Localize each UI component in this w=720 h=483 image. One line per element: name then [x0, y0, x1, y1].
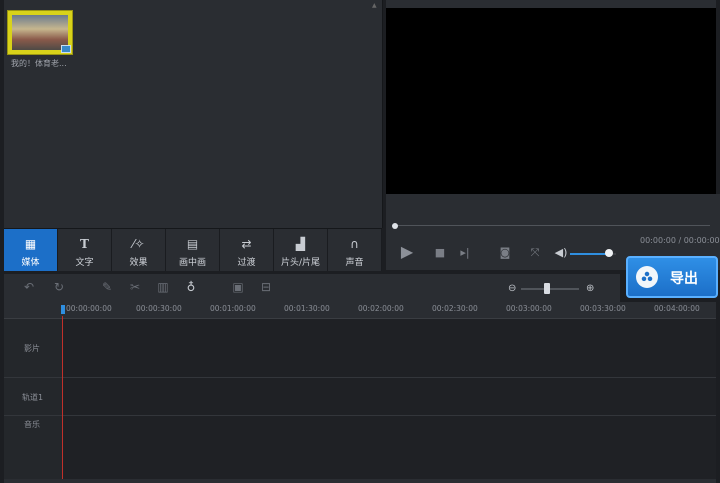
undo-icon[interactable]: ↶ [22, 280, 36, 294]
play-icon[interactable]: ▶ [399, 244, 415, 260]
settings-icon[interactable]: ⊟ [259, 280, 273, 294]
track-divider [4, 415, 716, 416]
ruler-tick: 00:02:30:00 [432, 304, 478, 313]
ruler-tick: 00:01:30:00 [284, 304, 330, 313]
tab-label: 效果 [129, 258, 148, 268]
pip-icon: ▤ [186, 237, 199, 251]
zoom-in-icon[interactable]: ⊕ [586, 283, 594, 294]
bottom-scrollbar[interactable] [4, 479, 716, 483]
track-label-video: 影片 [24, 344, 40, 353]
edit-icon[interactable]: ✎ [100, 280, 114, 294]
scissors-icon[interactable]: ✂ [128, 280, 142, 294]
crop-icon[interactable]: ▣ [231, 280, 245, 294]
track-area[interactable] [63, 319, 716, 479]
tab-label: 过渡 [237, 258, 256, 268]
preview-top-bar [386, 0, 716, 8]
next-frame-icon[interactable]: ▸| [458, 247, 472, 259]
tab-transition[interactable]: ⇄ 过渡 [220, 229, 274, 271]
thumbnail-image [12, 15, 68, 50]
track-label-music: 音乐 [24, 420, 40, 429]
tab-intro-outro[interactable]: ▟ 片头/片尾 [274, 229, 328, 271]
export-button[interactable]: 导出 [626, 256, 718, 298]
speaker-icon[interactable]: ◀) [554, 247, 568, 259]
ruler-tick: 00:01:00:00 [210, 304, 256, 313]
time-readout: 00:00:00 / 00:00:00 [640, 236, 720, 245]
track-label-overlay: 轨道1 [22, 393, 44, 402]
tab-text[interactable]: T 文字 [58, 229, 112, 271]
tab-effects[interactable]: ⁄✧ 效果 [112, 229, 166, 271]
track-divider [4, 377, 716, 378]
volume-level [570, 253, 610, 255]
media-caption: 我的！体育老... [11, 59, 67, 68]
redo-icon[interactable]: ↻ [52, 280, 66, 294]
film-icon: ▦ [24, 237, 37, 251]
tab-media[interactable]: ▦ 媒体 [4, 229, 58, 271]
media-tab-bar: ▦ 媒体 T 文字 ⁄✧ 效果 ▤ 画中画 ⇄ 过渡 ▟ 片头/片尾 ∩ 声音 [4, 228, 382, 271]
seek-knob[interactable] [392, 223, 398, 229]
film-reel-icon [636, 266, 658, 288]
playhead-handle[interactable] [61, 305, 65, 314]
preview-screen [386, 8, 716, 194]
ruler-tick: 00:00:30:00 [136, 304, 182, 313]
zoom-knob[interactable] [544, 283, 551, 294]
tab-label: 媒体 [21, 258, 40, 268]
ruler-tick: 00:04:00:00 [654, 304, 700, 313]
ruler-tick: 00:02:00:00 [358, 304, 404, 313]
tab-pip[interactable]: ▤ 画中画 [166, 229, 220, 271]
ruler-tick: 00:03:30:00 [580, 304, 626, 313]
camera-icon[interactable]: ◙ [498, 247, 512, 259]
media-thumbnail[interactable] [7, 10, 73, 55]
tab-label: 声音 [345, 258, 364, 268]
tab-label: 片头/片尾 [280, 258, 321, 268]
tab-label: 画中画 [178, 258, 206, 268]
transition-icon: ⇄ [241, 237, 252, 251]
trash-icon[interactable]: ▥ [156, 280, 170, 294]
text-icon: T [80, 237, 89, 251]
ruler-tick: 00:03:00:00 [506, 304, 552, 313]
export-label: 导出 [670, 271, 698, 287]
tab-label: 文字 [75, 258, 94, 268]
stop-icon[interactable]: ■ [433, 247, 447, 259]
scroll-up-arrow-icon[interactable]: ▲ [372, 2, 377, 9]
headphones-icon: ∩ [350, 237, 359, 251]
microphone-icon[interactable]: ♁ [184, 280, 198, 294]
clapperboard-icon: ▟ [295, 237, 306, 251]
tab-audio[interactable]: ∩ 声音 [328, 229, 382, 271]
playhead-line [62, 316, 63, 480]
magic-wand-icon: ⁄✧ [132, 237, 145, 251]
ruler-tick: 00:00:00:00 [66, 304, 112, 313]
zoom-out-icon[interactable]: ⊖ [508, 283, 516, 294]
fullscreen-icon[interactable]: ⤧ [528, 247, 542, 259]
seek-bar[interactable] [392, 225, 710, 226]
video-badge-icon [61, 45, 71, 53]
